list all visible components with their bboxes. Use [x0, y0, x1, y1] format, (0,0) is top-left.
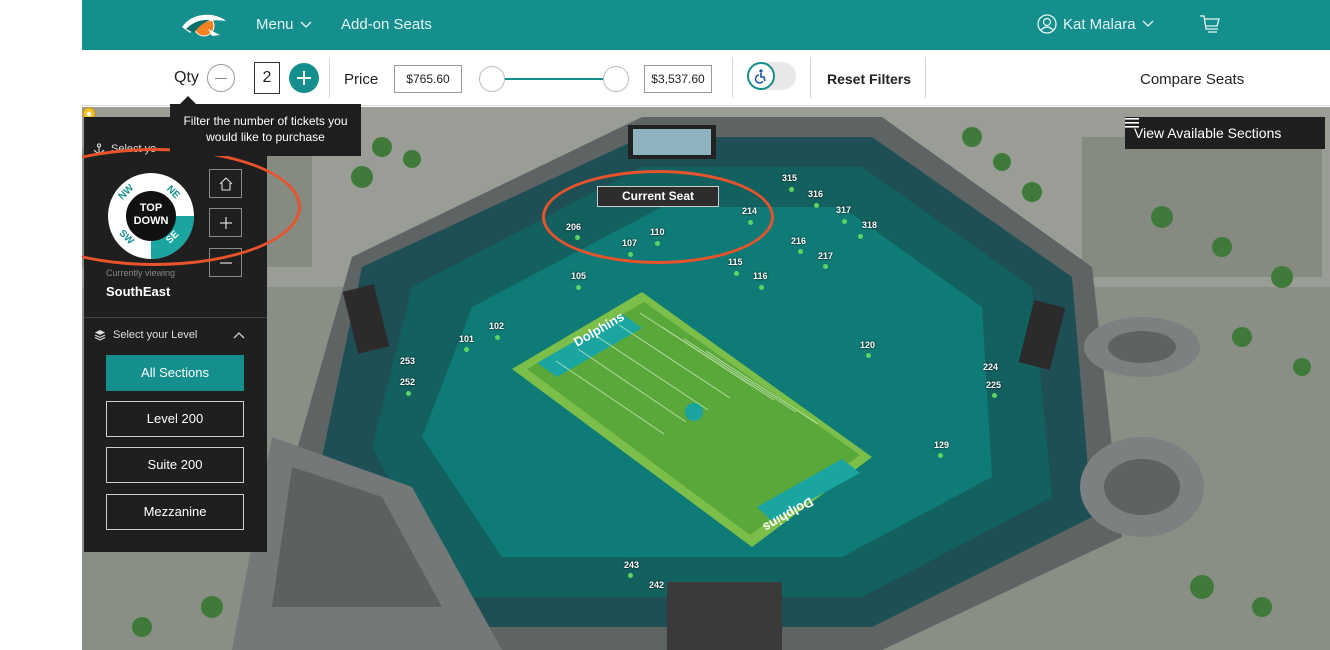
section-label[interactable]: 102 [489, 321, 504, 331]
section-dot[interactable] [798, 249, 803, 254]
section-dot[interactable] [495, 335, 500, 340]
section-dot[interactable] [464, 347, 469, 352]
section-dot[interactable] [759, 285, 764, 290]
section-label[interactable]: 315 [782, 173, 797, 183]
filter-bar: Qty 2 Price $765.60 $3,537.60 Reset Filt… [82, 50, 1330, 106]
level-mezzanine[interactable]: Mezzanine [106, 494, 244, 530]
section-label[interactable]: 216 [791, 236, 806, 246]
section-label[interactable]: 120 [860, 340, 875, 350]
section-dot[interactable] [734, 271, 739, 276]
compare-seats-button[interactable]: Compare Seats [1140, 71, 1244, 88]
section-dot[interactable] [576, 285, 581, 290]
section-dot[interactable] [628, 573, 633, 578]
section-label[interactable]: 317 [836, 205, 851, 215]
view-available-sections-button[interactable]: View Available Sections [1125, 117, 1325, 149]
price-slider-track[interactable] [492, 78, 618, 80]
section-label[interactable]: 116 [753, 271, 768, 281]
chevron-down-icon [300, 21, 311, 28]
select-level-title: Select your Level [94, 329, 197, 341]
section-label[interactable]: 242 [649, 580, 664, 590]
view-available-sections-label: View Available Sections [1134, 125, 1282, 141]
qty-increase-button[interactable] [289, 63, 319, 93]
user-icon [1037, 14, 1057, 34]
layers-icon [94, 330, 106, 341]
section-label[interactable]: 101 [459, 334, 474, 344]
user-account-menu[interactable]: Kat Malara [1037, 14, 1154, 34]
top-navigation-bar: Menu Add-on Seats Kat Malara [82, 0, 1330, 50]
section-dot[interactable] [992, 393, 997, 398]
section-dot[interactable] [938, 453, 943, 458]
chevron-up-icon[interactable] [233, 331, 245, 339]
user-name: Kat Malara [1063, 15, 1136, 33]
qty-decrease-button[interactable] [207, 64, 235, 92]
seat-selection-app: Menu Add-on Seats Kat Malara Qty 2 Price… [82, 0, 1330, 650]
section-label[interactable]: 129 [934, 440, 949, 450]
price-max-input[interactable]: $3,537.60 [644, 65, 712, 93]
section-dot[interactable] [866, 353, 871, 358]
price-min-handle[interactable] [479, 66, 505, 92]
menu-label: Menu [256, 16, 294, 33]
section-dot[interactable] [858, 234, 863, 239]
list-icon [1125, 118, 1139, 128]
section-label[interactable]: 252 [400, 377, 415, 387]
accessible-seating-toggle[interactable] [747, 62, 796, 90]
level-suite-200[interactable]: Suite 200 [106, 447, 244, 483]
divider [329, 58, 330, 98]
section-dot[interactable] [842, 219, 847, 224]
level-all-sections[interactable]: All Sections [106, 355, 244, 391]
section-label[interactable]: 318 [862, 220, 877, 230]
section-dot[interactable] [823, 264, 828, 269]
currently-viewing-label: Currently viewing [106, 268, 176, 278]
level-200[interactable]: Level 200 [106, 401, 244, 437]
section-label[interactable]: 243 [624, 560, 639, 570]
cart-icon[interactable] [1199, 13, 1221, 35]
divider [732, 58, 733, 98]
current-seat-label: Current Seat [597, 186, 719, 207]
section-dot[interactable] [406, 391, 411, 396]
dolphins-logo[interactable] [178, 9, 228, 41]
price-label: Price [344, 71, 379, 88]
select-level-label: Select your Level [113, 329, 198, 341]
section-dot[interactable] [789, 187, 794, 192]
section-label[interactable]: 105 [571, 271, 586, 281]
section-label[interactable]: 316 [808, 189, 823, 199]
qty-label: Qty [174, 69, 199, 86]
price-max-handle[interactable] [603, 66, 629, 92]
divider [810, 58, 811, 98]
currently-viewing-value: SouthEast [106, 284, 171, 299]
divider [925, 58, 926, 98]
reset-filters-button[interactable]: Reset Filters [827, 71, 911, 87]
wheelchair-icon [747, 62, 775, 90]
section-label[interactable]: 225 [986, 380, 1001, 390]
section-dot[interactable] [814, 203, 819, 208]
price-min-input[interactable]: $765.60 [394, 65, 462, 93]
section-label[interactable]: 115 [728, 257, 743, 267]
add-on-seats-link[interactable]: Add-on Seats [341, 16, 432, 33]
menu-dropdown[interactable]: Menu [256, 16, 312, 33]
section-label[interactable]: 224 [983, 362, 998, 372]
section-label[interactable]: 217 [818, 251, 833, 261]
section-label[interactable]: 253 [400, 356, 415, 366]
chevron-down-icon [1142, 20, 1154, 27]
qty-input[interactable]: 2 [254, 62, 280, 94]
panel-divider [84, 317, 267, 318]
current-seat-highlight-circle [542, 170, 774, 264]
qty-tooltip: Filter the number of tickets you would l… [170, 96, 361, 156]
